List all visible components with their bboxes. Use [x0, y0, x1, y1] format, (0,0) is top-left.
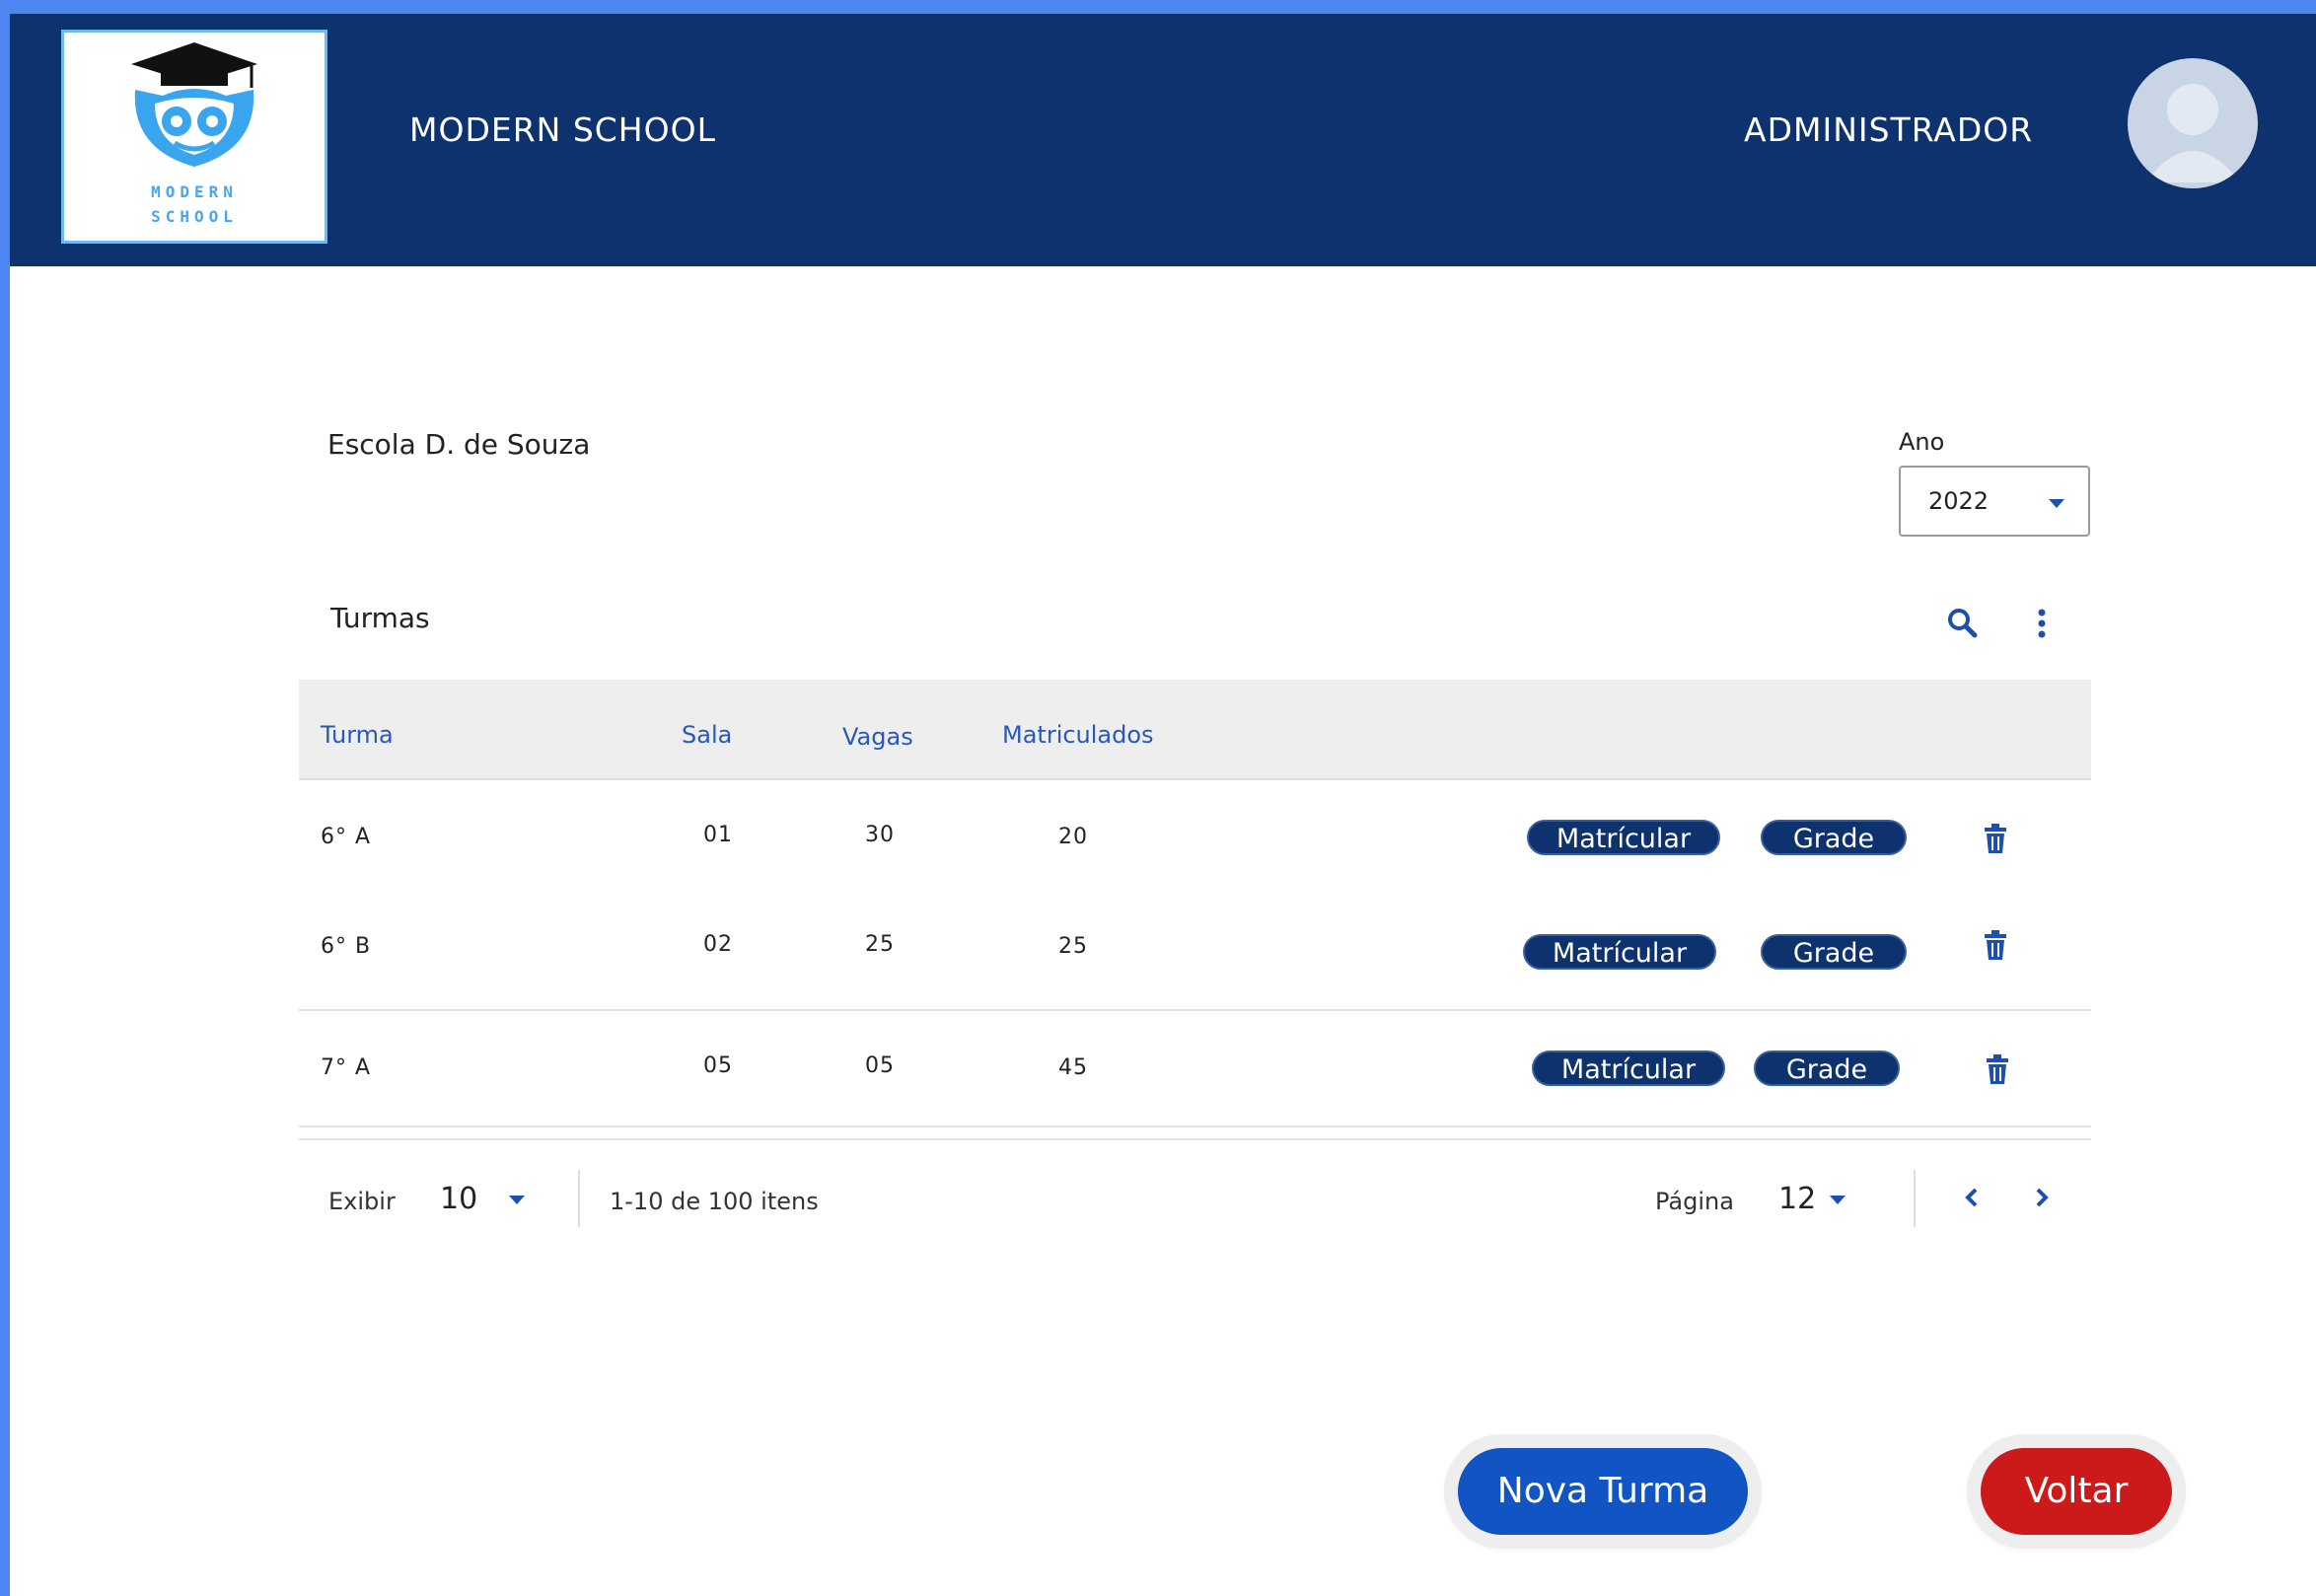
logo-text-line1: MODERN — [151, 182, 238, 201]
item-range: 1-10 de 100 itens — [610, 1188, 819, 1215]
table-row: 6° B 02 25 25 Matrícular Grade — [299, 895, 2091, 1011]
brand-title: MODERN SCHOOL — [409, 110, 716, 149]
section-title: Turmas — [330, 602, 430, 634]
cell-matriculados: 25 — [1058, 934, 1088, 959]
pager-divider — [578, 1170, 580, 1227]
page-size-select[interactable]: 10 — [440, 1178, 539, 1221]
trash-icon[interactable] — [1985, 1054, 2010, 1084]
cell-sala: 01 — [703, 823, 733, 847]
pager-divider — [1914, 1170, 1916, 1227]
trash-icon[interactable] — [1983, 824, 2008, 853]
page-size-label: Exibir — [328, 1188, 396, 1215]
school-name: Escola D. de Souza — [327, 428, 591, 461]
enroll-button[interactable]: Matrícular — [1532, 1051, 1725, 1086]
back-button[interactable]: Voltar — [1981, 1448, 2172, 1535]
more-vertical-icon[interactable] — [2032, 606, 2052, 641]
page-select[interactable]: 12 — [1778, 1178, 1857, 1221]
table-row: 6° A 01 30 20 Matrícular Grade — [299, 780, 2091, 895]
search-icon[interactable] — [1945, 606, 1981, 641]
cell-matriculados: 20 — [1058, 825, 1088, 849]
user-avatar-icon — [2145, 84, 2240, 182]
year-label: Ano — [1899, 428, 1945, 456]
enroll-button[interactable]: Matrícular — [1523, 934, 1716, 970]
trash-icon[interactable] — [1983, 930, 2008, 960]
column-header-sala[interactable]: Sala — [682, 721, 732, 749]
page-size-value: 10 — [440, 1182, 478, 1216]
table-row: 7° A 05 05 45 Matrícular Grade — [299, 1011, 2091, 1127]
chevron-down-icon — [509, 1196, 525, 1204]
column-header-turma[interactable]: Turma — [321, 721, 394, 749]
school-logo[interactable]: MODERN SCHOOL — [61, 30, 327, 244]
user-avatar[interactable] — [2128, 58, 2258, 188]
cell-turma: 7° A — [321, 1055, 372, 1080]
page-value: 12 — [1778, 1182, 1817, 1216]
column-header-matriculados[interactable]: Matriculados — [1002, 721, 1154, 749]
cell-vagas: 30 — [865, 823, 895, 847]
year-select[interactable]: 2022 — [1899, 466, 2090, 537]
cell-sala: 05 — [703, 1053, 733, 1078]
cell-sala: 02 — [703, 932, 733, 957]
cell-vagas: 25 — [865, 932, 895, 957]
chevron-left-icon[interactable] — [1962, 1186, 1982, 1209]
app-window: MODERN SCHOOL MODERN SCHOOL ADMINISTRADO… — [10, 14, 2316, 1596]
user-role: ADMINISTRADOR — [1744, 110, 2034, 149]
pagination-bar: Exibir 10 1-10 de 100 itens Página 12 — [299, 1138, 2091, 1239]
logo-text-line2: SCHOOL — [151, 207, 238, 226]
page-label: Página — [1655, 1188, 1734, 1215]
column-header-vagas[interactable]: Vagas — [842, 723, 913, 751]
year-value: 2022 — [1928, 487, 1990, 515]
classes-table: Turma Sala Vagas Matriculados 6° A 01 30… — [299, 680, 2091, 1127]
grade-button[interactable]: Grade — [1761, 934, 1907, 970]
enroll-button[interactable]: Matrícular — [1527, 820, 1720, 855]
chevron-down-icon — [1830, 1196, 1846, 1204]
table-header: Turma Sala Vagas Matriculados — [299, 680, 2091, 780]
chevron-right-icon[interactable] — [2032, 1186, 2052, 1209]
owl-graduate-icon — [131, 42, 257, 167]
grade-button[interactable]: Grade — [1761, 820, 1907, 855]
chevron-down-icon — [2049, 499, 2064, 508]
top-header: MODERN SCHOOL MODERN SCHOOL ADMINISTRADO… — [10, 14, 2316, 266]
cell-turma: 6° B — [321, 934, 372, 959]
new-class-button[interactable]: Nova Turma — [1458, 1448, 1748, 1535]
grade-button[interactable]: Grade — [1754, 1051, 1900, 1086]
cell-turma: 6° A — [321, 825, 372, 849]
cell-vagas: 05 — [865, 1053, 895, 1078]
cell-matriculados: 45 — [1058, 1055, 1088, 1080]
